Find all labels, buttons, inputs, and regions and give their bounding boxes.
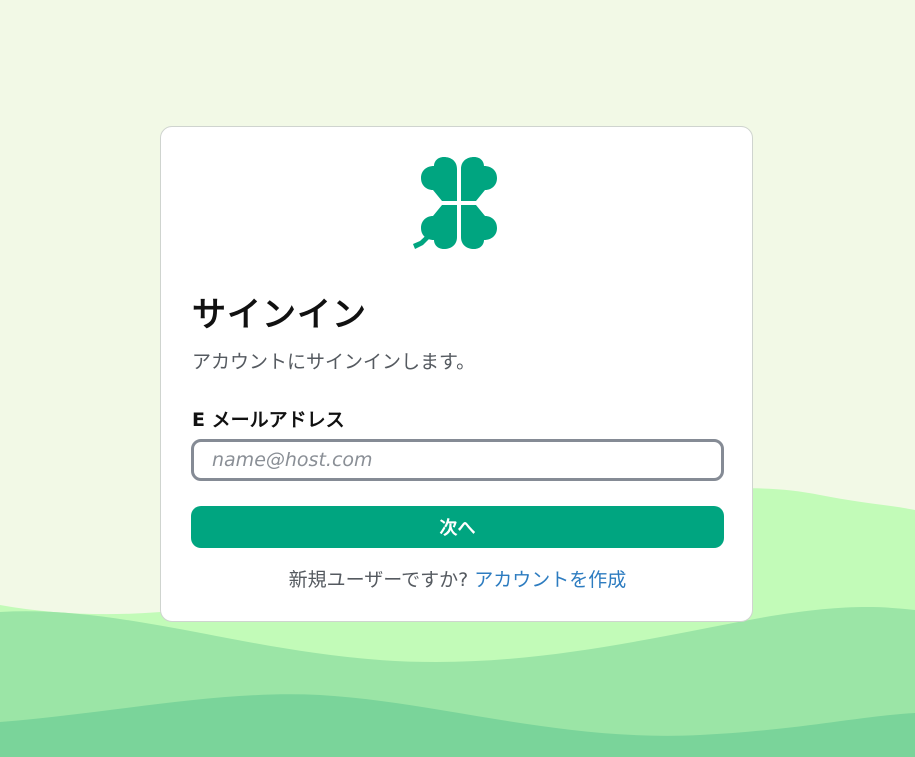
next-button[interactable]: 次へ: [191, 506, 724, 548]
four-leaf-clover-icon: [413, 157, 497, 249]
create-account-link[interactable]: アカウントを作成: [474, 569, 626, 591]
signin-page: サインイン アカウントにサインインします。 E メールアドレス 次へ 新規ユーザ…: [0, 0, 915, 757]
email-field[interactable]: [191, 439, 724, 481]
page-title: サインイン: [192, 295, 367, 335]
new-user-line: 新規ユーザーですか? アカウントを作成: [161, 565, 754, 592]
new-user-prompt: 新規ユーザーですか?: [288, 569, 469, 591]
page-subtitle: アカウントにサインインします。: [192, 351, 476, 373]
email-label: E メールアドレス: [192, 409, 345, 431]
signin-card: サインイン アカウントにサインインします。 E メールアドレス 次へ 新規ユーザ…: [160, 126, 753, 622]
